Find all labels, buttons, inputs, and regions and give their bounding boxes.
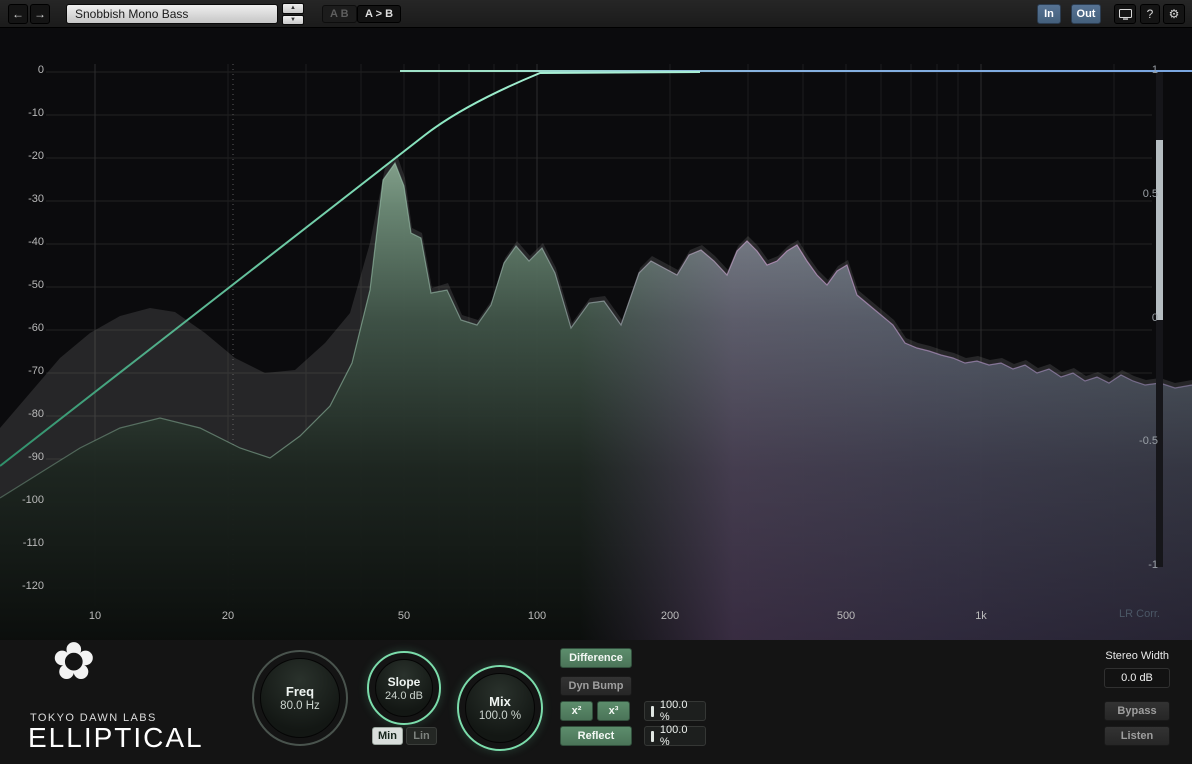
- corr-tick: 1: [1132, 64, 1158, 76]
- reflect-amount-field[interactable]: 100.0 %: [644, 726, 706, 746]
- gain-out-button[interactable]: Out: [1071, 4, 1101, 24]
- settings-button[interactable]: ⚙: [1163, 4, 1185, 24]
- tdr-flower-logo-icon: ✿: [52, 636, 96, 688]
- mix-knob-label: Mix: [489, 694, 511, 709]
- spectrum-purple-tint: [580, 28, 1192, 640]
- spectrum-analyzer-display[interactable]: 0 -10 -20 -30 -40 -50 -60 -70 -80 -90 -1…: [0, 28, 1192, 640]
- step-up-icon: ▲: [290, 5, 296, 11]
- db-tick: -50: [4, 279, 44, 291]
- corr-tick: -0.5: [1132, 435, 1158, 447]
- control-panel: ✿ TOKYO DAWN LABS ELLIPTICAL Freq 80.0 H…: [0, 640, 1192, 764]
- slope-knob-label: Slope: [388, 675, 421, 689]
- display-mode-button[interactable]: [1114, 4, 1136, 24]
- help-icon: ?: [1147, 7, 1154, 21]
- preset-name: Snobbish Mono Bass: [75, 7, 188, 21]
- preset-back-button[interactable]: ←: [8, 4, 28, 24]
- ab-copy-button[interactable]: A > B: [357, 5, 401, 23]
- dyn-bump-button[interactable]: Dyn Bump: [560, 676, 632, 696]
- freq-tick: 100: [528, 610, 546, 622]
- db-tick: -30: [4, 193, 44, 205]
- ab-compare-button[interactable]: A B: [322, 5, 357, 23]
- step-down-icon: ▼: [290, 17, 296, 23]
- db-tick: -100: [4, 494, 44, 506]
- corr-tick: -1: [1132, 559, 1158, 571]
- stereo-width-value[interactable]: 0.0 dB: [1104, 668, 1170, 688]
- back-icon: ←: [12, 7, 24, 21]
- linear-phase-toggle[interactable]: Lin: [406, 727, 437, 745]
- db-tick: -80: [4, 408, 44, 420]
- db-tick: -40: [4, 236, 44, 248]
- db-tick: -10: [4, 107, 44, 119]
- preset-forward-button[interactable]: →: [30, 4, 50, 24]
- help-button[interactable]: ?: [1140, 4, 1160, 24]
- stereo-width-label: Stereo Width: [1069, 650, 1169, 662]
- preset-stepper: ▲ ▼: [282, 3, 304, 25]
- freq-tick: 200: [661, 610, 679, 622]
- correlation-meter-fill: [1156, 140, 1163, 320]
- freq-knob-label: Freq: [286, 684, 314, 699]
- db-tick: -70: [4, 365, 44, 377]
- toolbar: ← → Snobbish Mono Bass ▲ ▼ A B A > B In …: [0, 0, 1192, 28]
- corr-axis-label: LR Corr.: [1086, 608, 1160, 620]
- freq-knob-value: 80.0 Hz: [280, 700, 320, 712]
- corr-tick: 0.5: [1132, 188, 1158, 200]
- db-tick: 0: [4, 64, 44, 76]
- slider-indicator-icon: [651, 731, 654, 742]
- bypass-button[interactable]: Bypass: [1104, 701, 1170, 721]
- min-phase-toggle[interactable]: Min: [372, 727, 403, 745]
- monitor-icon: [1119, 9, 1132, 20]
- preset-step-up-button[interactable]: ▲: [282, 3, 304, 14]
- gear-icon: ⚙: [1169, 7, 1180, 21]
- db-tick: -90: [4, 451, 44, 463]
- spectrum-analyzer-svg: [0, 28, 1192, 640]
- slope-knob[interactable]: Slope 24.0 dB: [367, 651, 441, 725]
- slope-knob-value: 24.0 dB: [385, 690, 423, 702]
- db-tick: -20: [4, 150, 44, 162]
- reflect-button[interactable]: Reflect: [560, 726, 632, 746]
- freq-tick: 500: [837, 610, 855, 622]
- db-tick: -110: [4, 537, 44, 549]
- x-amount-field[interactable]: 100.0 %: [644, 701, 706, 721]
- freq-knob[interactable]: Freq 80.0 Hz: [252, 650, 348, 746]
- corr-tick: 0: [1132, 312, 1158, 324]
- product-name: ELLIPTICAL: [28, 722, 204, 754]
- freq-tick: 1k: [975, 610, 987, 622]
- slider-indicator-icon: [651, 706, 654, 717]
- freq-tick: 10: [89, 610, 101, 622]
- freq-tick: 20: [222, 610, 234, 622]
- mix-knob[interactable]: Mix 100.0 %: [457, 665, 543, 751]
- preset-selector[interactable]: Snobbish Mono Bass: [66, 4, 278, 24]
- db-tick: -60: [4, 322, 44, 334]
- difference-button[interactable]: Difference: [560, 648, 632, 668]
- listen-button[interactable]: Listen: [1104, 726, 1170, 746]
- preset-step-down-button[interactable]: ▼: [282, 15, 304, 26]
- x2-button[interactable]: x²: [560, 701, 593, 721]
- mix-knob-value: 100.0 %: [479, 710, 521, 722]
- db-tick: -120: [4, 580, 44, 592]
- freq-tick: 50: [398, 610, 410, 622]
- gain-in-button[interactable]: In: [1037, 4, 1061, 24]
- x3-button[interactable]: x³: [597, 701, 630, 721]
- forward-icon: →: [34, 7, 46, 21]
